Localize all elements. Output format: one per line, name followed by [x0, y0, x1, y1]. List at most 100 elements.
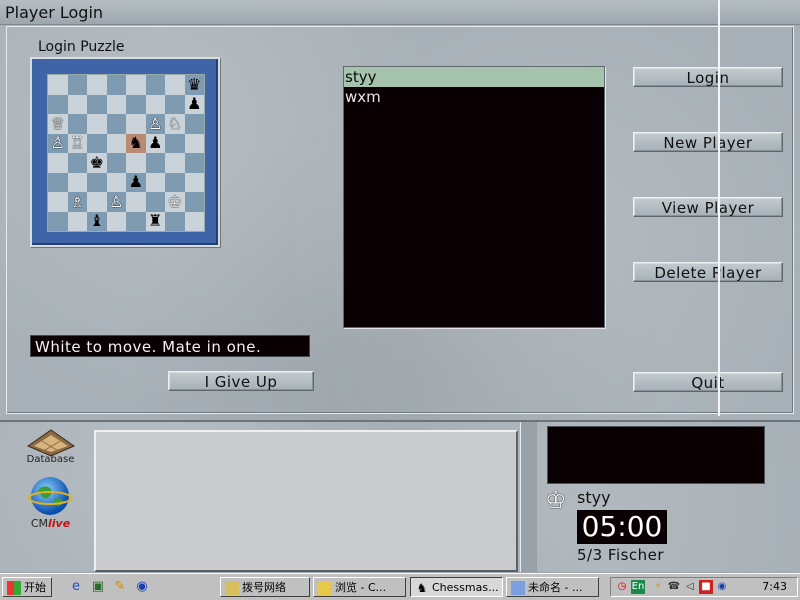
chess-piece[interactable]: ♘ [168, 115, 182, 132]
title-bar[interactable]: Player Login [0, 0, 800, 25]
tray-antivirus-icon[interactable]: ■ [699, 580, 713, 594]
board-square[interactable] [126, 211, 146, 231]
chess-piece[interactable]: ♟ [129, 174, 143, 190]
desktop-icon[interactable]: ▣ [90, 579, 106, 595]
board-square[interactable]: ♙ [145, 114, 165, 134]
board-square[interactable] [165, 75, 185, 95]
board-square[interactable] [126, 94, 146, 114]
chess-piece[interactable]: ♜ [148, 213, 162, 229]
give-up-button[interactable]: I Give Up [168, 371, 314, 391]
chess-piece[interactable]: ♖ [70, 135, 84, 151]
board-square[interactable]: ♞ [126, 133, 146, 153]
board-square[interactable]: ♟ [145, 133, 165, 153]
board-square[interactable] [67, 211, 87, 231]
board-square[interactable] [106, 172, 126, 192]
board-square[interactable] [87, 133, 107, 153]
board-square[interactable] [48, 94, 68, 114]
chess-piece[interactable]: ♙ [51, 135, 65, 151]
board-square[interactable] [184, 192, 204, 212]
board-square[interactable] [106, 114, 126, 134]
tray-volume-icon[interactable]: ◁ [683, 580, 697, 594]
board-square[interactable] [48, 153, 68, 173]
tray-outlook-icon[interactable]: ◉ [715, 580, 729, 594]
chess-piece[interactable]: ♝ [90, 213, 104, 229]
board-square[interactable] [126, 153, 146, 173]
chess-piece[interactable]: ♗ [70, 193, 84, 210]
chess-piece[interactable]: ♟ [148, 135, 162, 151]
chess-piece[interactable]: ♛ [187, 76, 201, 93]
board-square[interactable] [48, 75, 68, 95]
board-square[interactable] [184, 153, 204, 173]
board-square[interactable] [67, 153, 87, 173]
player-list-item[interactable]: styy [344, 67, 604, 87]
chess-piece[interactable]: ♕ [51, 115, 65, 132]
chat-panel[interactable] [94, 430, 518, 572]
board-square[interactable] [106, 133, 126, 153]
task-chessmaster[interactable]: ♞ Chessmas... [410, 577, 503, 597]
channels-icon[interactable]: ✎ [112, 579, 128, 595]
chess-piece[interactable]: ♚ [90, 154, 104, 171]
board-square[interactable] [126, 75, 146, 95]
board-square[interactable] [67, 114, 87, 134]
task-explorer[interactable]: 浏览 - C... [313, 577, 406, 597]
quit-button[interactable]: Quit [633, 372, 783, 392]
board-square[interactable]: ♟ [126, 172, 146, 192]
board-square[interactable]: ♚ [87, 153, 107, 173]
board-square[interactable]: ♖ [67, 133, 87, 153]
board-square[interactable] [145, 172, 165, 192]
delete-player-button[interactable]: Delete Player [633, 262, 783, 282]
board-square[interactable] [145, 94, 165, 114]
chess-piece[interactable]: ♟ [187, 96, 201, 112]
board-square[interactable] [184, 172, 204, 192]
board-square[interactable] [165, 94, 185, 114]
board-square[interactable] [184, 133, 204, 153]
board-square[interactable]: ♝ [87, 211, 107, 231]
board-square[interactable] [67, 94, 87, 114]
board-square[interactable]: ♙ [48, 133, 68, 153]
chess-piece[interactable]: ♙ [148, 115, 162, 132]
login-button[interactable]: Login [633, 67, 783, 87]
new-player-button[interactable]: New Player [633, 132, 783, 152]
board-square[interactable] [184, 114, 204, 134]
board-square[interactable]: ♕ [48, 114, 68, 134]
chess-piece[interactable]: ♞ [129, 135, 143, 151]
tray-connection-icon[interactable]: ☎ [667, 580, 681, 594]
task-dialup[interactable]: 拨号网络 [220, 577, 310, 597]
board-square[interactable] [106, 153, 126, 173]
board-square[interactable]: ♜ [145, 211, 165, 231]
board-square[interactable]: ♛ [184, 75, 204, 95]
tray-network-icon[interactable]: ⚡ [651, 580, 665, 594]
board-square[interactable] [67, 172, 87, 192]
board-square[interactable] [87, 94, 107, 114]
board-square[interactable]: ♔ [165, 192, 185, 212]
chess-piece[interactable]: ♔ [168, 193, 182, 210]
board-square[interactable] [126, 114, 146, 134]
board-square[interactable] [48, 211, 68, 231]
board-square[interactable] [145, 192, 165, 212]
board-square[interactable] [106, 211, 126, 231]
board-square[interactable] [87, 192, 107, 212]
board-square[interactable] [165, 172, 185, 192]
board-square[interactable] [87, 114, 107, 134]
board-square[interactable] [126, 192, 146, 212]
board-square[interactable] [165, 153, 185, 173]
board-square[interactable] [48, 192, 68, 212]
chess-piece[interactable]: ♙ [109, 193, 123, 210]
board-square[interactable] [106, 75, 126, 95]
board-square[interactable]: ♘ [165, 114, 185, 134]
chess-board[interactable]: ♛ ♟ ♕ ♙ ♘ ♙ ♖ ♞ ♟ ♚ ♟ ♗ ♙ ♔ ♝ ♜ [47, 74, 205, 232]
board-square[interactable] [184, 211, 204, 231]
start-button[interactable]: 开始 [2, 577, 52, 597]
board-square[interactable]: ♗ [67, 192, 87, 212]
board-square[interactable] [145, 75, 165, 95]
board-square[interactable] [87, 75, 107, 95]
task-paint[interactable]: 未命名 - ... [506, 577, 599, 597]
board-square[interactable] [165, 211, 185, 231]
board-square[interactable] [67, 75, 87, 95]
player-list[interactable]: styy wxm [343, 66, 605, 328]
board-square[interactable]: ♟ [184, 94, 204, 114]
board-square[interactable] [87, 172, 107, 192]
player-list-item[interactable]: wxm [344, 87, 604, 107]
board-square[interactable] [165, 133, 185, 153]
board-square[interactable] [106, 94, 126, 114]
